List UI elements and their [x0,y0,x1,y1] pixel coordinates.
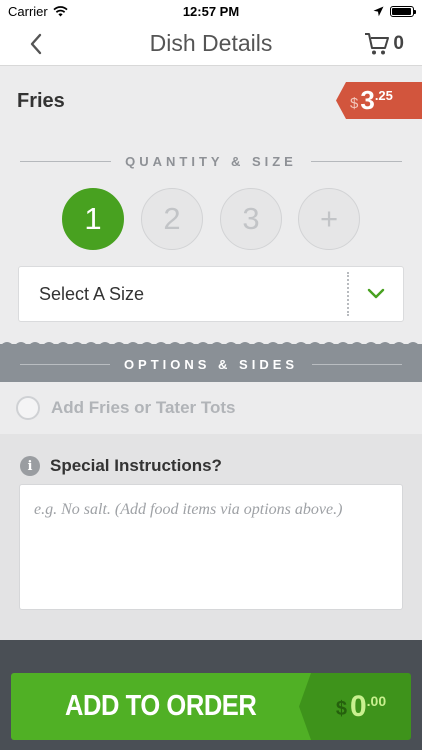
battery-icon [390,5,416,17]
battery-fill [392,7,411,15]
add-to-order-main: ADD TO ORDER [11,673,311,740]
chevron-down-icon [349,288,403,300]
wifi-icon [53,5,68,16]
status-bar: Carrier 12:57 PM [0,0,422,22]
status-time: 12:57 PM [182,3,240,19]
add-to-order-label: ADD TO ORDER [65,690,257,722]
dish-name: Fries [17,90,65,112]
cart-button[interactable]: 0 [364,30,404,58]
divider-line [312,364,403,365]
quantity-selector: 1 2 3 + [0,188,422,250]
status-right [274,5,416,17]
chevron-left-icon [30,33,42,55]
price-currency: $ [350,95,359,112]
divider-line [310,161,402,162]
special-instructions-header: i Special Instructions? [20,456,222,476]
divider-line [20,364,110,365]
info-icon: i [20,456,40,476]
order-total: $ 0 .00 [299,673,411,740]
options-sides-heading: OPTIONS & SIDES [20,357,403,372]
options-sides-heading-text: OPTIONS & SIDES [123,357,299,372]
special-instructions-input[interactable]: e.g. No salt. (Add food items via option… [19,484,403,610]
location-arrow-icon [373,6,384,16]
price-tag: $ 3 .25 [336,82,422,119]
page-title: Dish Details [149,30,273,56]
size-dropdown[interactable]: Select A Size [18,266,404,322]
divider-line [20,161,112,162]
add-to-order-button[interactable]: ADD TO ORDER $ 0 .00 [11,673,411,740]
special-instructions-section: i Special Instructions? e.g. No salt. (A… [0,434,422,640]
quantity-option-2[interactable]: 2 [141,188,203,250]
special-instructions-title: Special Instructions? [50,456,222,475]
cart-icon [365,33,390,55]
quantity-option-1[interactable]: 1 [62,188,124,250]
option-label: Add Fries or Tater Tots [51,398,236,417]
quantity-size-heading: QUANTITY & SIZE [20,154,402,169]
total-whole: 0 [349,689,367,723]
quantity-option-3[interactable]: 3 [220,188,282,250]
status-left: Carrier [8,4,148,19]
wavy-edge [0,342,422,346]
total-currency: $ [335,698,347,720]
price-cents: .25 [374,88,393,103]
option-item-fries-or-tots[interactable]: Add Fries or Tater Tots [0,382,422,434]
wavy-edge [0,634,422,638]
nav-bar: Dish Details 0 [0,22,422,66]
quantity-more-button[interactable]: + [298,188,360,250]
radio-button[interactable] [16,396,40,420]
total-cents: .00 [366,692,387,709]
cart-count: 0 [393,33,404,54]
carrier-label: Carrier [8,3,48,19]
size-dropdown-label: Select A Size [39,283,145,304]
quantity-size-heading-text: QUANTITY & SIZE [125,154,297,169]
price-whole: 3 [360,85,375,115]
dish-details-content: Fries $ 3 .25 QUANTITY & SIZE 1 2 3 + Se… [0,66,422,640]
back-button[interactable] [22,30,50,58]
options-sides-band: OPTIONS & SIDES [0,342,422,382]
